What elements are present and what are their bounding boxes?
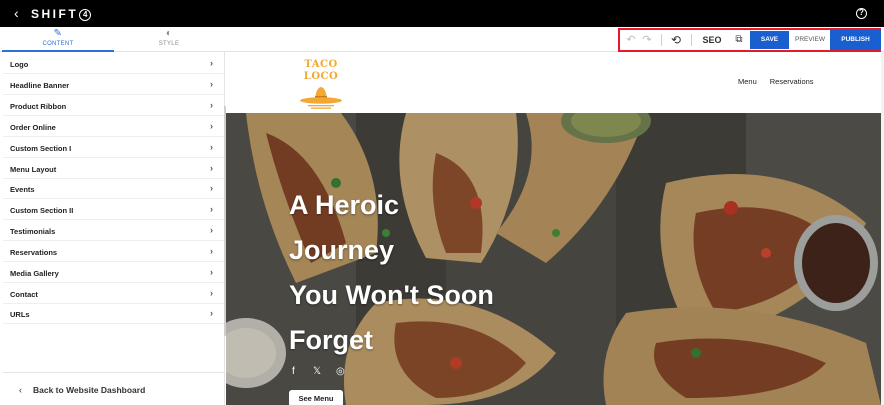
back-icon[interactable]: ‹ [14,5,19,21]
top-bar: ‹ SHIFT 4 ? [0,0,884,27]
sidebar-item-label: Media Gallery [10,269,59,278]
publish-button[interactable]: PUBLISH [830,30,881,50]
chevron-right-icon: › [210,225,213,235]
publish-actions: ↶ ↷ ⟲ SEO ⧉ SAVE PREVIEW PUBLISH [618,28,881,52]
sidebar-item-custom-section-i[interactable]: Custom Section I › [3,137,224,158]
undo-icon[interactable]: ↶ [624,30,638,50]
sidebar-item-label: Reservations [10,248,58,257]
sidebar-item-label: Order Online [10,123,56,132]
preview-button[interactable]: PREVIEW [791,30,829,50]
chevron-right-icon: › [210,58,213,68]
redo-icon[interactable]: ↷ [640,30,654,50]
back-to-dashboard-label: Back to Website Dashboard [33,385,146,395]
sidebar-item-logo[interactable]: Logo › [3,53,224,74]
help-icon[interactable]: ? [856,8,867,19]
headline-line: A Heroic [289,190,400,220]
site-nav-reservations[interactable]: Reservations [770,77,814,86]
sidebar-item-label: Menu Layout [10,165,57,174]
sidebar-item-label: Headline Banner [10,81,70,90]
headline-line: Journey [289,235,395,265]
sidebar-item-contact[interactable]: Contact › [3,283,224,304]
tab-style-label: STYLE [158,41,180,47]
app-name: SHIFT [31,7,79,21]
x-icon[interactable]: 𝕏 [313,366,321,378]
site-header: TACO LOCO Menu Reservations [226,52,881,113]
app-name-suffix: 4 [79,9,92,21]
sidebar-item-menu-layout[interactable]: Menu Layout › [3,158,224,179]
back-to-dashboard-link[interactable]: ‹ Back to Website Dashboard [3,372,224,405]
chevron-right-icon: › [210,288,213,298]
site-logo[interactable]: TACO LOCO [288,59,354,109]
sidebar-item-label: Product Ribbon [10,102,67,111]
sidebar-item-label: URLs [10,310,30,319]
chevron-right-icon: › [210,204,213,214]
facebook-icon[interactable]: f [292,366,295,378]
chevron-right-icon: › [210,121,213,131]
instagram-icon[interactable]: ◎ [336,366,345,378]
chevron-right-icon: › [210,79,213,89]
sidebar-item-label: Testimonials [10,227,56,236]
external-link-icon[interactable]: ⧉ [732,30,746,50]
seo-button[interactable]: SEO [701,30,723,50]
chevron-right-icon: › [210,100,213,110]
site-nav-menu[interactable]: Menu [738,77,757,86]
tab-content[interactable]: ✎ CONTENT [2,27,114,52]
chevron-left-icon: ‹ [19,385,22,395]
sidebar-item-headline-banner[interactable]: Headline Banner › [3,74,224,95]
chevron-right-icon: › [210,267,213,277]
sidebar-item-events[interactable]: Events › [3,178,224,199]
site-preview: TACO LOCO Menu Reservations A Heroic Jou… [226,52,881,405]
sidebar: Logo › Headline Banner › Product Ribbon › O… [3,52,224,405]
brand-name: TACO LOCO [303,59,339,82]
sidebar-item-label: Custom Section I [10,144,72,153]
sidebar-item-label: Custom Section II [10,206,74,215]
contrast-icon: ◐ [165,28,173,39]
save-button[interactable]: SAVE [750,31,789,49]
headline-line: Forget [289,325,373,355]
divider [661,34,662,46]
chevron-right-icon: › [210,163,213,173]
pencil-icon: ✎ [53,28,63,39]
sidebar-item-label: Events [10,185,35,194]
sidebar-item-order-online[interactable]: Order Online › [3,116,224,137]
sidebar-item-label: Logo [10,60,29,69]
see-menu-button[interactable]: See Menu [289,390,343,405]
chevron-right-icon: › [210,246,213,256]
tab-content-label: CONTENT [42,41,74,47]
sombrero-icon [300,87,342,109]
sidebar-item-custom-section-ii[interactable]: Custom Section II › [3,199,224,220]
headline-banner: A Heroic Journey You Won't Soon Forget [226,113,881,405]
chevron-right-icon: › [210,183,213,193]
site-nav: Menu Reservations [738,77,827,86]
sidebar-item-reservations[interactable]: Reservations › [3,241,224,262]
sidebar-item-media-gallery[interactable]: Media Gallery › [3,262,224,283]
divider [691,34,692,46]
hero-headline: A Heroic Journey You Won't Soon Forget [289,183,559,363]
chevron-right-icon: › [210,308,213,318]
sidebar-item-testimonials[interactable]: Testimonials › [3,220,224,241]
headline-line: You Won't Soon [289,280,494,310]
chevron-right-icon: › [210,142,213,152]
history-icon[interactable]: ⟲ [669,30,683,50]
app-logo: SHIFT 4 [31,7,92,21]
sidebar-item-urls[interactable]: URLs › [3,303,224,324]
sidebar-item-label: Contact [10,290,38,299]
tab-style[interactable]: ◐ STYLE [113,27,225,52]
sidebar-item-product-ribbon[interactable]: Product Ribbon › [3,95,224,116]
